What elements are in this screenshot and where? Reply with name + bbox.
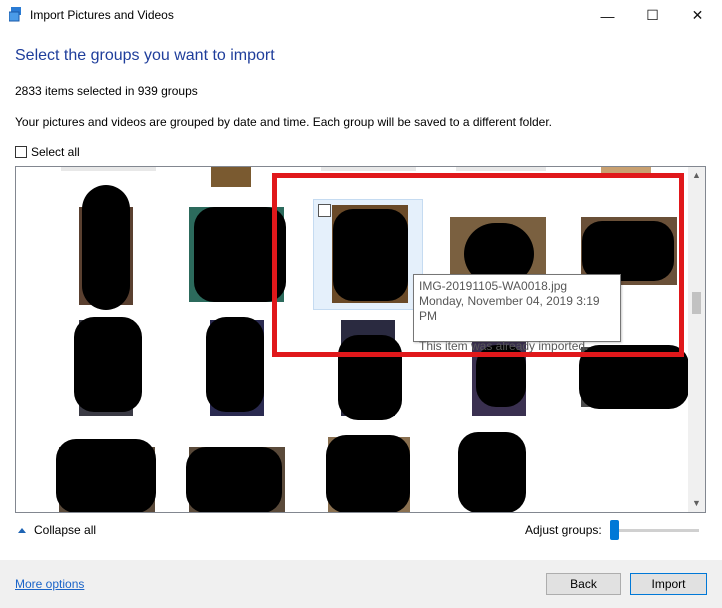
adjust-groups-slider-thumb[interactable]	[610, 520, 619, 540]
checkbox-box[interactable]	[15, 146, 27, 158]
close-button[interactable]: ✕	[675, 0, 720, 31]
vertical-scrollbar[interactable]: ▲ ▼	[688, 167, 705, 512]
adjust-groups-label: Adjust groups:	[525, 523, 602, 537]
window-title: Import Pictures and Videos	[30, 8, 174, 22]
redaction-mark	[74, 317, 142, 412]
group-controls: Collapse all Adjust groups:	[15, 520, 705, 540]
redaction-mark	[186, 447, 282, 512]
redaction-mark	[326, 435, 410, 512]
select-all-label: Select all	[31, 145, 80, 159]
thumbnail-partial	[321, 167, 416, 171]
page-title: Select the groups you want to import	[15, 47, 275, 64]
item-tooltip: IMG-20191105-WA0018.jpg Monday, November…	[413, 274, 621, 353]
thumbnail-grid[interactable]: IMG-20191105-WA0018.jpg Monday, November…	[15, 166, 706, 513]
adjust-groups-slider-track[interactable]	[615, 529, 699, 532]
thumbnail-partial	[61, 167, 156, 171]
photo-import-icon	[9, 7, 21, 22]
tooltip-status: This item was already imported.	[419, 339, 589, 353]
dialog-footer: More options Back Import	[0, 560, 722, 608]
redaction-mark	[82, 185, 130, 310]
minimize-button[interactable]: —	[585, 0, 630, 31]
scroll-down-icon[interactable]: ▼	[688, 495, 705, 512]
grouping-description: Your pictures and videos are grouped by …	[15, 115, 553, 129]
more-options-link[interactable]: More options	[15, 577, 84, 591]
thumbnail-partial[interactable]	[211, 167, 251, 187]
import-button[interactable]: Import	[630, 573, 707, 595]
tooltip-filename: IMG-20191105-WA0018.jpg	[419, 279, 568, 293]
redaction-mark	[458, 432, 526, 512]
redaction-mark	[56, 439, 156, 512]
chevron-up-icon	[18, 527, 26, 533]
scroll-up-icon[interactable]: ▲	[688, 167, 705, 184]
tooltip-date: Monday, November 04, 2019 3:19 PM	[419, 294, 600, 323]
collapse-all-button[interactable]: Collapse all	[15, 523, 96, 537]
redaction-mark	[206, 317, 264, 412]
scrollbar-thumb[interactable]	[692, 292, 701, 314]
selection-summary: 2833 items selected in 939 groups	[15, 84, 198, 98]
maximize-button[interactable]: ☐	[630, 0, 675, 31]
back-button[interactable]: Back	[546, 573, 621, 595]
select-all-checkbox[interactable]: Select all	[15, 145, 80, 159]
collapse-all-label: Collapse all	[34, 523, 97, 537]
title-bar: Import Pictures and Videos — ☐ ✕	[0, 0, 722, 31]
thumbnail-partial	[456, 167, 546, 171]
